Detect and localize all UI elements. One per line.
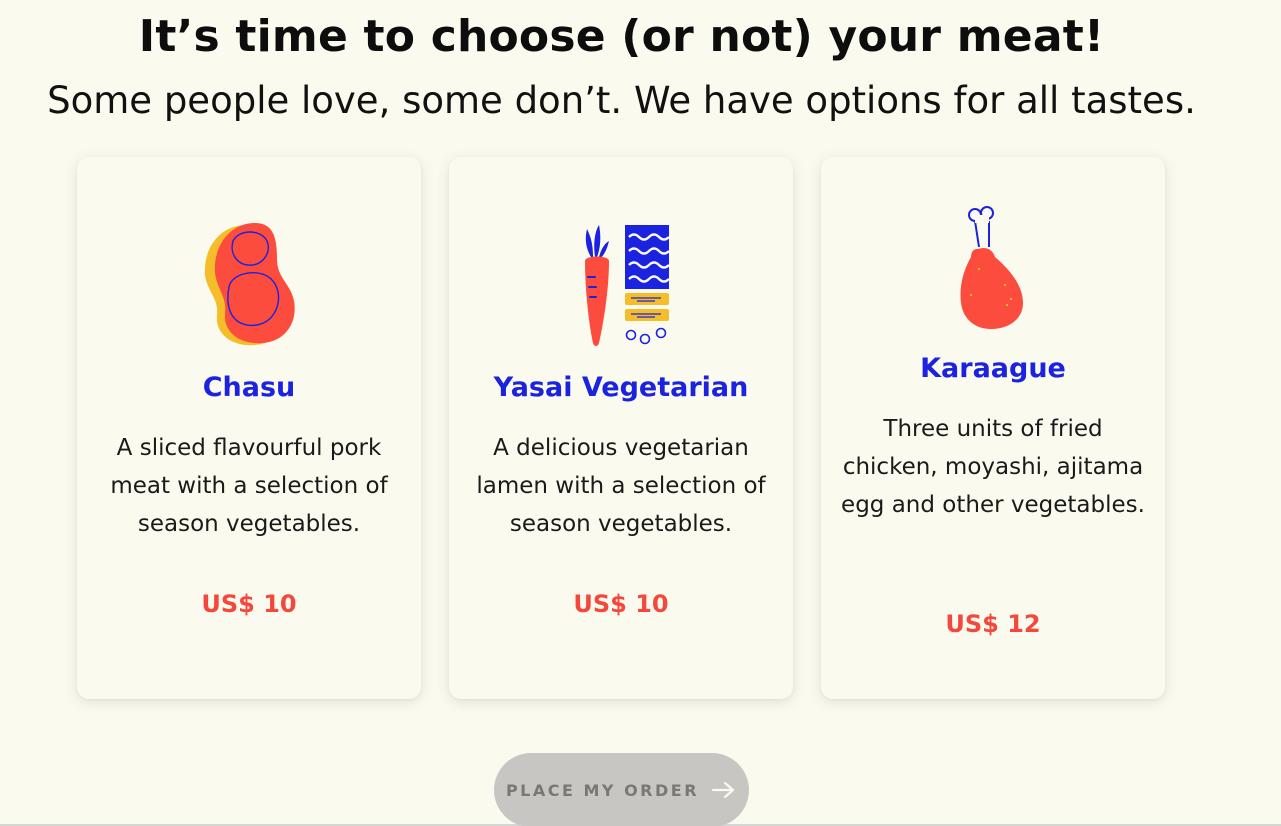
- card-description: A delicious vegetarian lamen with a sele…: [476, 435, 766, 537]
- page-subtitle: Some people love, some don’t. We have op…: [47, 79, 1196, 122]
- menu-card-karaague[interactable]: Karaague Three units of fried chicken, m…: [821, 157, 1165, 699]
- card-title: Yasai Vegetarian: [493, 372, 749, 403]
- card-title: Chasu: [202, 372, 296, 403]
- card-description: A sliced flavourful pork meat with a sel…: [110, 435, 388, 537]
- card-description: Three units of fried chicken, moyashi, a…: [841, 416, 1145, 518]
- chicken-drumstick-icon: [821, 203, 1165, 333]
- place-order-button[interactable]: PLACE MY ORDER: [494, 753, 749, 826]
- menu-card-yasai-vegetarian[interactable]: Yasai Vegetarian A delicious vegetarian …: [449, 157, 793, 699]
- place-order-label: PLACE MY ORDER: [505, 780, 700, 800]
- menu-card-chasu[interactable]: Chasu A sliced flavourful pork meat with…: [77, 157, 421, 699]
- arrow-right-icon: [711, 780, 737, 800]
- card-price: US$ 12: [945, 610, 1041, 638]
- card-price: US$ 10: [573, 590, 669, 618]
- pork-meat-icon: [77, 219, 421, 349]
- card-price: US$ 10: [201, 590, 297, 618]
- page-title: It’s time to choose (or not) your meat!: [138, 11, 1105, 62]
- carrot-vegetables-icon: [449, 221, 793, 351]
- card-title: Karaague: [920, 353, 1066, 384]
- page: It’s time to choose (or not) your meat! …: [0, 0, 1281, 826]
